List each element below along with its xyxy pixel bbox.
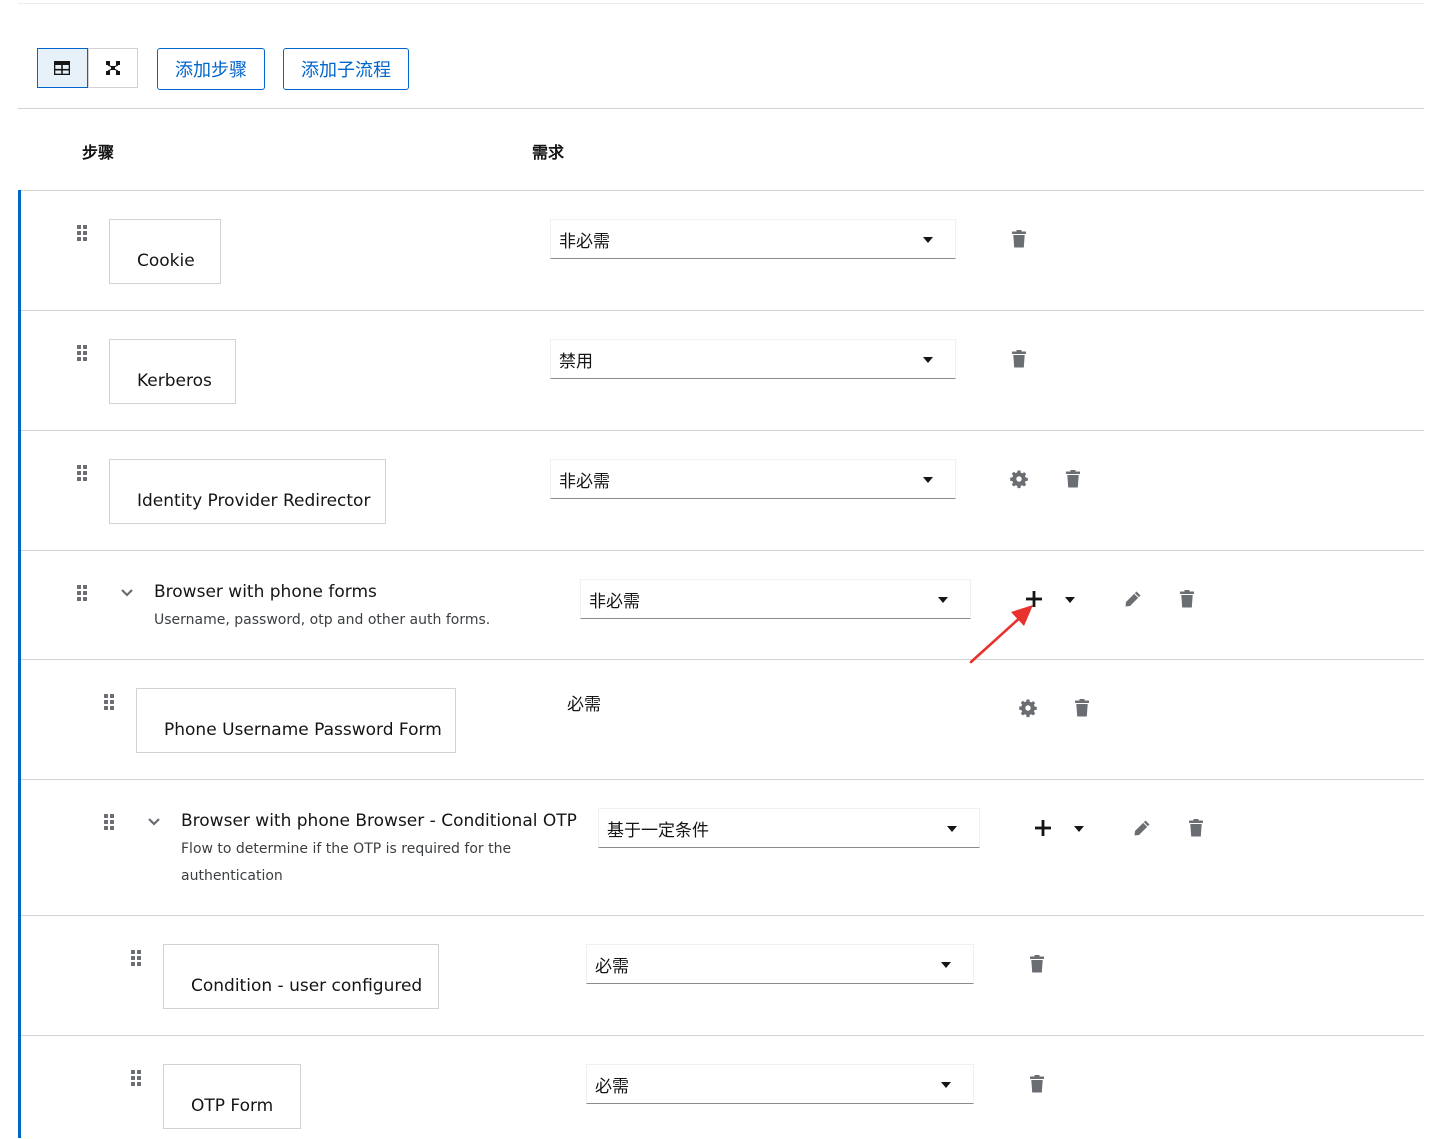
requirement-select[interactable]: 非必需: [580, 579, 971, 619]
requirement-value: 非必需: [559, 471, 610, 492]
caret-down-icon: [941, 962, 951, 968]
pencil-icon[interactable]: [1123, 589, 1143, 609]
step-name[interactable]: Kerberos: [109, 339, 236, 404]
requirement-select[interactable]: 禁用: [550, 339, 956, 379]
drag-handle-icon[interactable]: [104, 814, 116, 830]
view-toggle-group: [37, 48, 138, 88]
flow-name: Browser with phone Browser - Conditional…: [181, 811, 577, 831]
step-name[interactable]: Cookie: [109, 219, 221, 284]
trash-icon[interactable]: [1009, 349, 1029, 369]
table-row: Kerberos 禁用: [21, 310, 1424, 431]
gear-icon[interactable]: [1018, 698, 1038, 718]
drag-handle-icon[interactable]: [104, 694, 116, 710]
trash-icon[interactable]: [1177, 589, 1197, 609]
table-row: OTP Form 必需: [21, 1035, 1424, 1139]
flow-name: Browser with phone forms: [154, 582, 377, 602]
requirement-value: 禁用: [559, 351, 593, 372]
gear-icon[interactable]: [1009, 469, 1029, 489]
add-subflow-button[interactable]: 添加子流程: [283, 48, 409, 90]
pencil-icon[interactable]: [1132, 818, 1152, 838]
chevron-down-icon[interactable]: [146, 814, 162, 830]
step-name[interactable]: OTP Form: [163, 1064, 301, 1129]
requirement-value: 必需: [595, 956, 629, 977]
requirement-select[interactable]: 必需: [586, 944, 974, 984]
caret-down-icon: [941, 1082, 951, 1088]
column-header-requirement: 需求: [532, 143, 565, 162]
table-row: Condition - user configured 必需: [21, 915, 1424, 1036]
column-header-step: 步骤: [82, 143, 115, 162]
step-name[interactable]: Condition - user configured: [163, 944, 439, 1009]
requirement-value: 必需: [595, 1076, 629, 1097]
trash-icon[interactable]: [1027, 1074, 1047, 1094]
plus-icon[interactable]: [1033, 818, 1053, 838]
drag-handle-icon[interactable]: [131, 950, 143, 966]
caret-down-icon: [947, 826, 957, 832]
drag-handle-icon[interactable]: [131, 1070, 143, 1086]
caret-down-icon: [938, 597, 948, 603]
step-name[interactable]: Phone Username Password Form: [136, 688, 456, 753]
requirement-select[interactable]: 非必需: [550, 219, 956, 259]
requirement-select[interactable]: 必需: [586, 1064, 974, 1104]
table-row: Phone Username Password Form 必需: [21, 659, 1424, 780]
table-row: Browser with phone forms Username, passw…: [21, 550, 1424, 660]
topology-icon: [105, 61, 120, 75]
drag-handle-icon[interactable]: [77, 345, 89, 361]
step-name[interactable]: Identity Provider Redirector: [109, 459, 386, 524]
table-row: Cookie 非必需: [21, 190, 1424, 311]
requirement-value: 非必需: [559, 231, 610, 252]
flow-description: Flow to determine if the OTP is required…: [181, 841, 512, 884]
drag-handle-icon[interactable]: [77, 465, 89, 481]
caret-down-icon[interactable]: [1065, 597, 1075, 603]
table-row: Browser with phone Browser - Conditional…: [21, 779, 1424, 916]
requirement-select[interactable]: 非必需: [550, 459, 956, 499]
trash-icon[interactable]: [1009, 229, 1029, 249]
trash-icon[interactable]: [1027, 954, 1047, 974]
header-divider: [18, 108, 1424, 109]
requirement-text: 必需: [567, 695, 601, 715]
flow-description: Username, password, otp and other auth f…: [154, 612, 491, 628]
table-view-toggle[interactable]: [37, 48, 88, 88]
caret-down-icon[interactable]: [1074, 826, 1084, 832]
chevron-down-icon[interactable]: [119, 585, 135, 601]
requirement-select[interactable]: 基于一定条件: [598, 808, 980, 848]
table-icon: [54, 61, 71, 75]
table-row: Identity Provider Redirector 非必需: [21, 430, 1424, 551]
trash-icon[interactable]: [1186, 818, 1206, 838]
caret-down-icon: [923, 357, 933, 363]
top-divider: [18, 3, 1424, 4]
add-step-button[interactable]: 添加步骤: [157, 48, 265, 90]
trash-icon[interactable]: [1063, 469, 1083, 489]
drag-handle-icon[interactable]: [77, 585, 89, 601]
requirement-value: 非必需: [589, 591, 640, 612]
annotation-arrow-icon: [969, 605, 1033, 664]
trash-icon[interactable]: [1072, 698, 1092, 718]
diagram-view-toggle[interactable]: [87, 49, 138, 87]
drag-handle-icon[interactable]: [77, 225, 89, 241]
caret-down-icon: [923, 477, 933, 483]
caret-down-icon: [923, 237, 933, 243]
requirement-value: 基于一定条件: [607, 820, 709, 841]
